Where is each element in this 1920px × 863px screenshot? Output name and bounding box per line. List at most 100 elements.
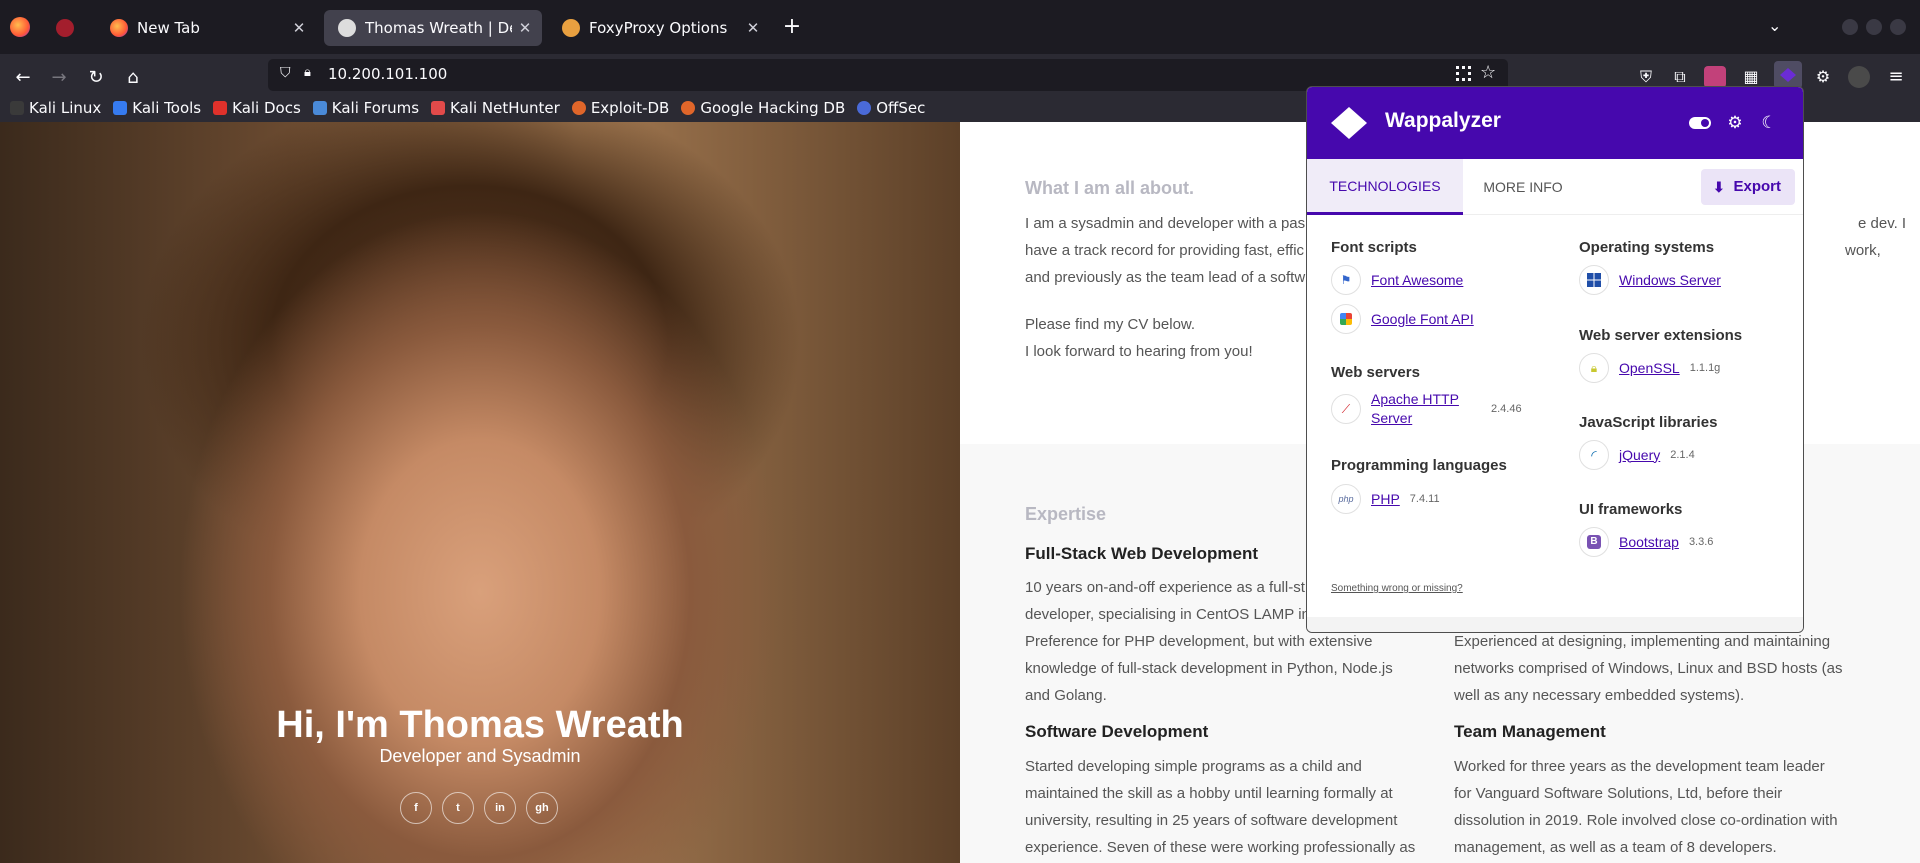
extensions-puzzle-icon[interactable]: ⧉ [1669, 66, 1691, 88]
tech-apache[interactable]: ⟋ Apache HTTP Server 2.4.46 [1331, 390, 1522, 428]
openssl-lock-icon: 🔒︎ [1579, 353, 1609, 383]
tab-title: New Tab [137, 19, 200, 37]
settings-gear-icon[interactable]: ⚙ [1812, 66, 1834, 88]
bookmark-kali-forums[interactable]: Kali Forums [312, 99, 419, 117]
tab-kali[interactable] [42, 10, 92, 46]
linkedin-icon[interactable]: in [484, 792, 516, 824]
category-font-scripts: Font scripts [1331, 239, 1417, 256]
close-icon[interactable]: ✕ [740, 19, 766, 37]
bookmark-kali-docs[interactable]: Kali Docs [213, 99, 301, 117]
bookmark-offsec[interactable]: OffSec [857, 99, 925, 117]
facebook-icon[interactable]: f [400, 792, 432, 824]
tab-new-tab[interactable]: New Tab ✕ [96, 10, 316, 46]
windows-logo-icon [1579, 265, 1609, 295]
tech-google-font-api[interactable]: Google Font API [1331, 304, 1474, 334]
maximize-button[interactable] [1866, 19, 1882, 35]
kali-dragon-icon [10, 101, 24, 115]
github-icon[interactable]: gh [526, 792, 558, 824]
category-operating-systems: Operating systems [1579, 239, 1715, 256]
foxyproxy-icon [562, 19, 580, 37]
firefox-menu-icon[interactable] [10, 17, 30, 37]
wappalyzer-header: Wappalyzer ⚙ ☾ [1307, 87, 1803, 159]
tracking-shield-icon[interactable]: ⛉ [280, 65, 291, 81]
wappalyzer-popup: Wappalyzer ⚙ ☾ TECHNOLOGIES MORE INFO ⬇ … [1306, 86, 1804, 633]
about-title: What I am all about. [1025, 178, 1195, 198]
about-line-right: e dev. I [1858, 215, 1907, 232]
something-wrong-link[interactable]: Something wrong or missing? [1331, 583, 1463, 594]
jquery-version: 2.1.4 [1670, 449, 1695, 461]
tab-foxyproxy[interactable]: FoxyProxy Options ✕ [548, 10, 770, 46]
close-icon[interactable]: ✕ [286, 19, 312, 37]
list-tabs-chevron-icon[interactable]: ⌄ [1768, 16, 1781, 35]
lock-icon[interactable]: 🔒︎ [304, 65, 311, 80]
category-web-server-extensions: Web server extensions [1579, 327, 1743, 344]
kali-forums-icon [312, 101, 327, 115]
tech-bootstrap[interactable]: B Bootstrap 3.3.6 [1579, 527, 1713, 557]
tech-windows-server[interactable]: Windows Server [1579, 265, 1721, 295]
software-line: Started developing simple programs as a … [1025, 758, 1362, 775]
new-tab-button[interactable]: + [778, 14, 806, 39]
back-arrow-icon[interactable]: ← [11, 66, 35, 90]
bookmark-star-icon[interactable]: ☆ [1480, 62, 1496, 83]
tab-technologies[interactable]: TECHNOLOGIES [1307, 159, 1463, 215]
category-javascript-libraries: JavaScript libraries [1579, 414, 1718, 431]
cv-line: I look forward to hearing from you! [1025, 343, 1253, 360]
url-text[interactable]: 10.200.101.100 [328, 65, 447, 83]
wappalyzer-brand: Wappalyzer [1385, 109, 1501, 132]
apache-feather-icon: ⟋ [1331, 394, 1361, 424]
shield-icon [56, 19, 74, 37]
font-awesome-flag-icon: ⚑ [1331, 265, 1361, 295]
minimize-button[interactable] [1842, 19, 1858, 35]
export-button[interactable]: ⬇ Export [1701, 169, 1795, 205]
tech-jquery[interactable]: ◜ jQuery 2.1.4 [1579, 440, 1695, 470]
tab-thomas-wreath[interactable]: Thomas Wreath | Develop ✕ [324, 10, 542, 46]
twitter-icon[interactable]: t [442, 792, 474, 824]
bookmark-kali-tools[interactable]: Kali Tools [113, 99, 201, 117]
about-line: have a track record for providing fast, … [1025, 242, 1305, 259]
bootstrap-version: 3.3.6 [1688, 536, 1714, 548]
software-line: university, resulting in 25 years of sof… [1025, 812, 1398, 829]
bootstrap-icon: B [1579, 527, 1609, 557]
team-line: management, as well as a team of 8 devel… [1454, 839, 1777, 856]
jquery-icon: ◜ [1579, 440, 1609, 470]
toggle-switch-icon[interactable] [1689, 117, 1711, 129]
cv-line: Please find my CV below. [1025, 316, 1196, 333]
qr-code-icon[interactable] [1456, 66, 1471, 81]
team-title: Team Management [1454, 722, 1606, 741]
tech-font-awesome[interactable]: ⚑ Font Awesome [1331, 265, 1463, 295]
expertise-title: Expertise [1025, 504, 1107, 524]
bookmark-kali-nethunter[interactable]: Kali NetHunter [431, 99, 560, 117]
tech-openssl[interactable]: 🔒︎ OpenSSL 1.1.1g [1579, 353, 1720, 383]
settings-gear-icon[interactable]: ⚙ [1725, 113, 1745, 133]
foxyproxy-toolbar-icon[interactable] [1848, 66, 1870, 88]
popup-footer-bar [1307, 617, 1803, 632]
software-title: Software Development [1025, 722, 1209, 741]
wappalyzer-extension-icon[interactable] [1774, 61, 1802, 89]
home-icon[interactable]: ⌂ [121, 66, 145, 90]
offsec-icon [857, 101, 872, 115]
network-line: well as any necessary embedded systems). [1454, 687, 1745, 704]
dark-mode-moon-icon[interactable]: ☾ [1759, 113, 1779, 133]
close-icon[interactable]: ✕ [512, 19, 538, 37]
hero-role: Developer and Sysadmin [379, 746, 581, 766]
tech-php[interactable]: php PHP 7.4.11 [1331, 484, 1440, 514]
bookmark-kali-linux[interactable]: Kali Linux [10, 99, 101, 117]
hero-photo: Hi, I'm Thomas Wreath Developer and Sysa… [0, 122, 960, 863]
window-close-button[interactable] [1890, 19, 1906, 35]
fullstack-line: knowledge of full-stack development in P… [1025, 660, 1393, 677]
openssl-version: 1.1.1g [1689, 362, 1721, 374]
nethunter-icon [431, 101, 446, 115]
cookie-editor-icon[interactable] [1704, 66, 1726, 88]
bookmark-exploit-db[interactable]: Exploit-DB [571, 99, 669, 117]
forward-arrow-icon[interactable]: → [47, 66, 71, 90]
team-line: for Vanguard Software Solutions, Ltd, be… [1454, 785, 1783, 802]
reload-icon[interactable]: ↻ [84, 66, 108, 90]
apache-version: 2.4.46 [1491, 403, 1522, 415]
bookmark-google-hacking-db[interactable]: Google Hacking DB [681, 99, 845, 117]
about-line-right: work, [1845, 242, 1881, 259]
tab-more-info[interactable]: MORE INFO [1463, 159, 1583, 215]
hamburger-menu-icon[interactable]: ≡ [1885, 66, 1907, 88]
grid-apps-icon[interactable]: ▦ [1740, 66, 1762, 88]
pocket-icon[interactable]: ⛨ [1635, 66, 1657, 88]
wappalyzer-tabs: TECHNOLOGIES MORE INFO ⬇ Export [1307, 159, 1803, 215]
